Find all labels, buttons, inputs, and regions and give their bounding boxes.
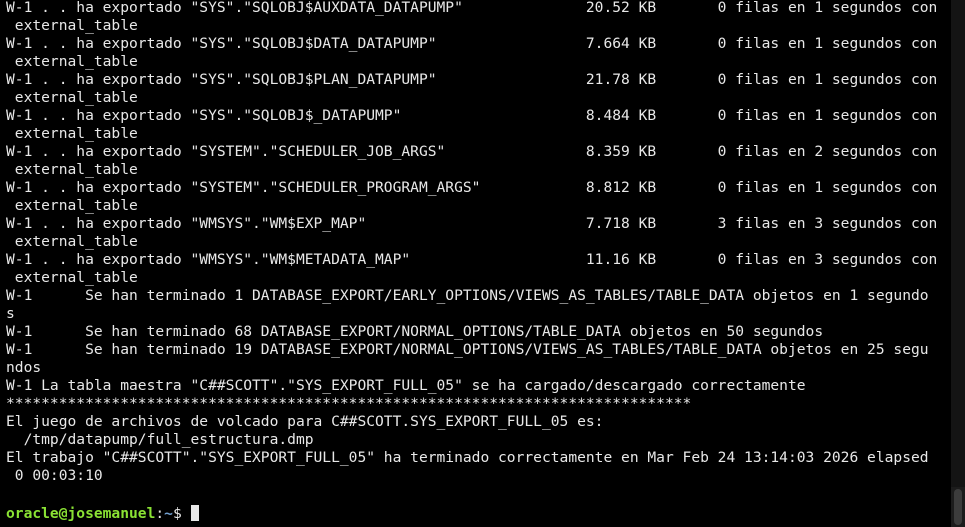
terminal-line: W-1 Se han terminado 1 DATABASE_EXPORT/E…: [6, 287, 929, 304]
terminal-line: 0 00:03:10: [6, 467, 103, 484]
terminal-line: external_table: [6, 161, 138, 178]
terminal-line: external_table: [6, 53, 138, 70]
terminal-line: W-1 . . ha exportado "SYS"."SQLOBJ$_DATA…: [6, 107, 938, 124]
terminal-line: ndos: [6, 359, 42, 376]
prompt-user-host: oracle@josemanuel: [6, 505, 156, 522]
terminal-line: external_table: [6, 233, 138, 250]
terminal-line: external_table: [6, 17, 138, 34]
terminal-line: W-1 . . ha exportado "WMSYS"."WM$METADAT…: [6, 251, 938, 268]
terminal-line: W-1 . . ha exportado "SYSTEM"."SCHEDULER…: [6, 179, 938, 196]
terminal-line: /tmp/datapump/full_estructura.dmp: [6, 431, 314, 448]
terminal-line: El juego de archivos de volcado para C##…: [6, 413, 604, 430]
terminal-line: ****************************************…: [6, 395, 692, 412]
terminal-line: W-1 Se han terminado 19 DATABASE_EXPORT/…: [6, 341, 929, 358]
terminal-line: W-1 La tabla maestra "C##SCOTT"."SYS_EXP…: [6, 377, 806, 394]
terminal-line: W-1 . . ha exportado "SYSTEM"."SCHEDULER…: [6, 143, 938, 160]
scrollbar-track[interactable]: [951, 0, 965, 487]
prompt-sign: $: [172, 505, 191, 522]
terminal-line: W-1 . . ha exportado "SYS"."SQLOBJ$DATA_…: [6, 35, 938, 52]
terminal-output[interactable]: W-1 . . ha exportado "SYS"."SQLOBJ$AUXDA…: [0, 0, 951, 527]
terminal-line: external_table: [6, 89, 138, 106]
prompt-path: ~: [164, 505, 173, 522]
prompt-separator: :: [155, 505, 165, 522]
text-cursor[interactable]: [190, 505, 199, 521]
shell-prompt-line[interactable]: oracle@josemanuel:~$: [6, 505, 199, 523]
scrollbar-thumb[interactable]: [954, 489, 962, 525]
terminal-line: external_table: [6, 125, 138, 142]
terminal-line: s: [6, 305, 15, 322]
terminal-line: W-1 . . ha exportado "WMSYS"."WM$EXP_MAP…: [6, 215, 938, 232]
terminal-line: W-1 . . ha exportado "SYS"."SQLOBJ$AUXDA…: [6, 0, 938, 16]
terminal-line: external_table: [6, 197, 138, 214]
terminal-line: El trabajo "C##SCOTT"."SYS_EXPORT_FULL_0…: [6, 449, 929, 466]
terminal-line: W-1 Se han terminado 68 DATABASE_EXPORT/…: [6, 323, 824, 340]
terminal-line: external_table: [6, 269, 138, 286]
vertical-scrollbar[interactable]: [951, 0, 965, 527]
terminal-line: W-1 . . ha exportado "SYS"."SQLOBJ$PLAN_…: [6, 71, 938, 88]
